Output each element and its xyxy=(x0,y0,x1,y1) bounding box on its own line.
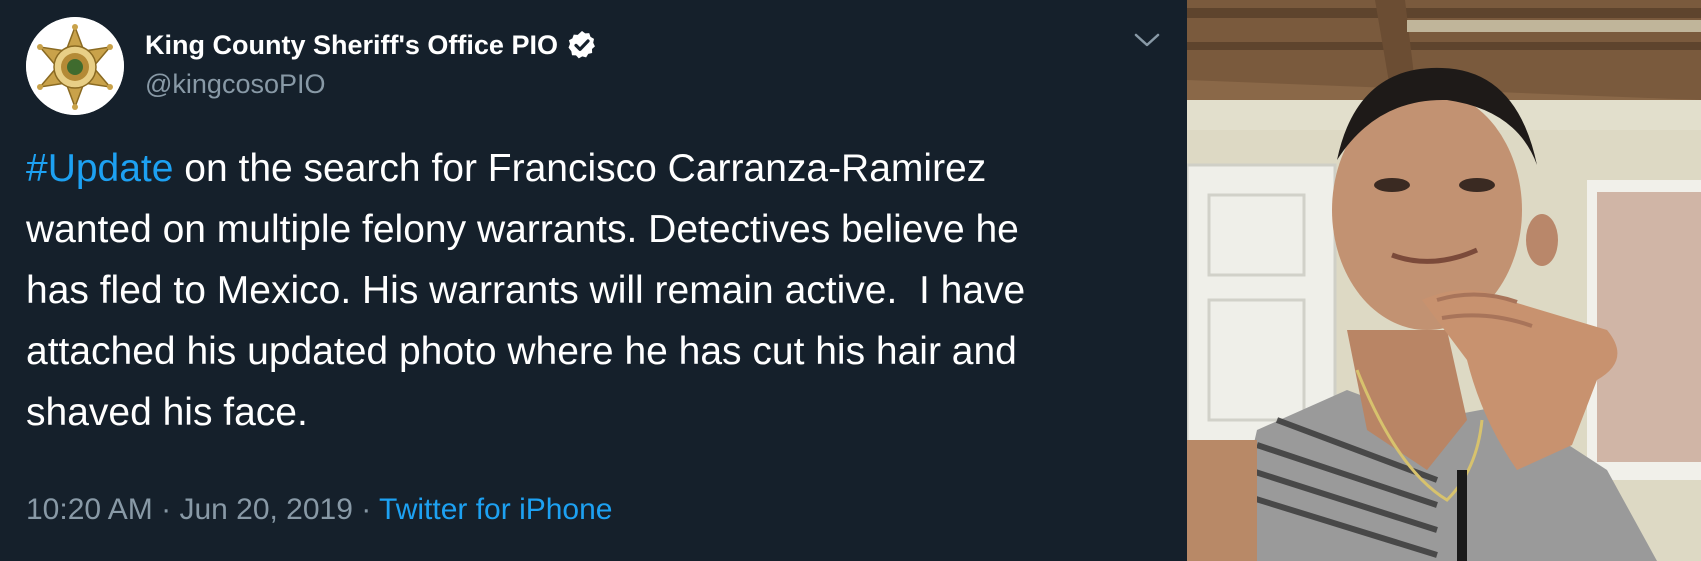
chevron-down-icon[interactable] xyxy=(1134,32,1160,48)
tweet-source-link[interactable]: Twitter for iPhone xyxy=(379,493,612,526)
verified-badge-icon xyxy=(568,31,595,59)
attached-photo[interactable] xyxy=(1187,0,1701,561)
author-handle[interactable]: @kingcosoPIO xyxy=(145,69,325,100)
author-name[interactable]: King County Sheriff's Office PIO xyxy=(145,30,558,61)
tweet-text: #Update on the search for Francisco Carr… xyxy=(26,138,1176,443)
tweet-card: King County Sheriff's Office PIO @kingco… xyxy=(0,0,1701,561)
sheriff-badge-icon xyxy=(26,17,124,115)
tweet-date[interactable]: Jun 20, 2019 xyxy=(179,493,352,526)
author-avatar[interactable] xyxy=(26,17,124,115)
author-name-row[interactable]: King County Sheriff's Office PIO xyxy=(145,29,598,61)
attached-photo-image xyxy=(1187,0,1701,561)
meta-separator: · xyxy=(152,493,180,526)
tweet-time[interactable]: 10:20 AM xyxy=(26,493,153,526)
hashtag-link[interactable]: #Update xyxy=(26,147,173,190)
tweet-body: on the search for Francisco Carranza-Ram… xyxy=(26,147,1026,434)
tweet-panel: King County Sheriff's Office PIO @kingco… xyxy=(0,0,1187,561)
meta-separator: · xyxy=(352,493,380,526)
tweet-meta: 10:20 AM · Jun 20, 2019 · Twitter for iP… xyxy=(26,493,612,527)
